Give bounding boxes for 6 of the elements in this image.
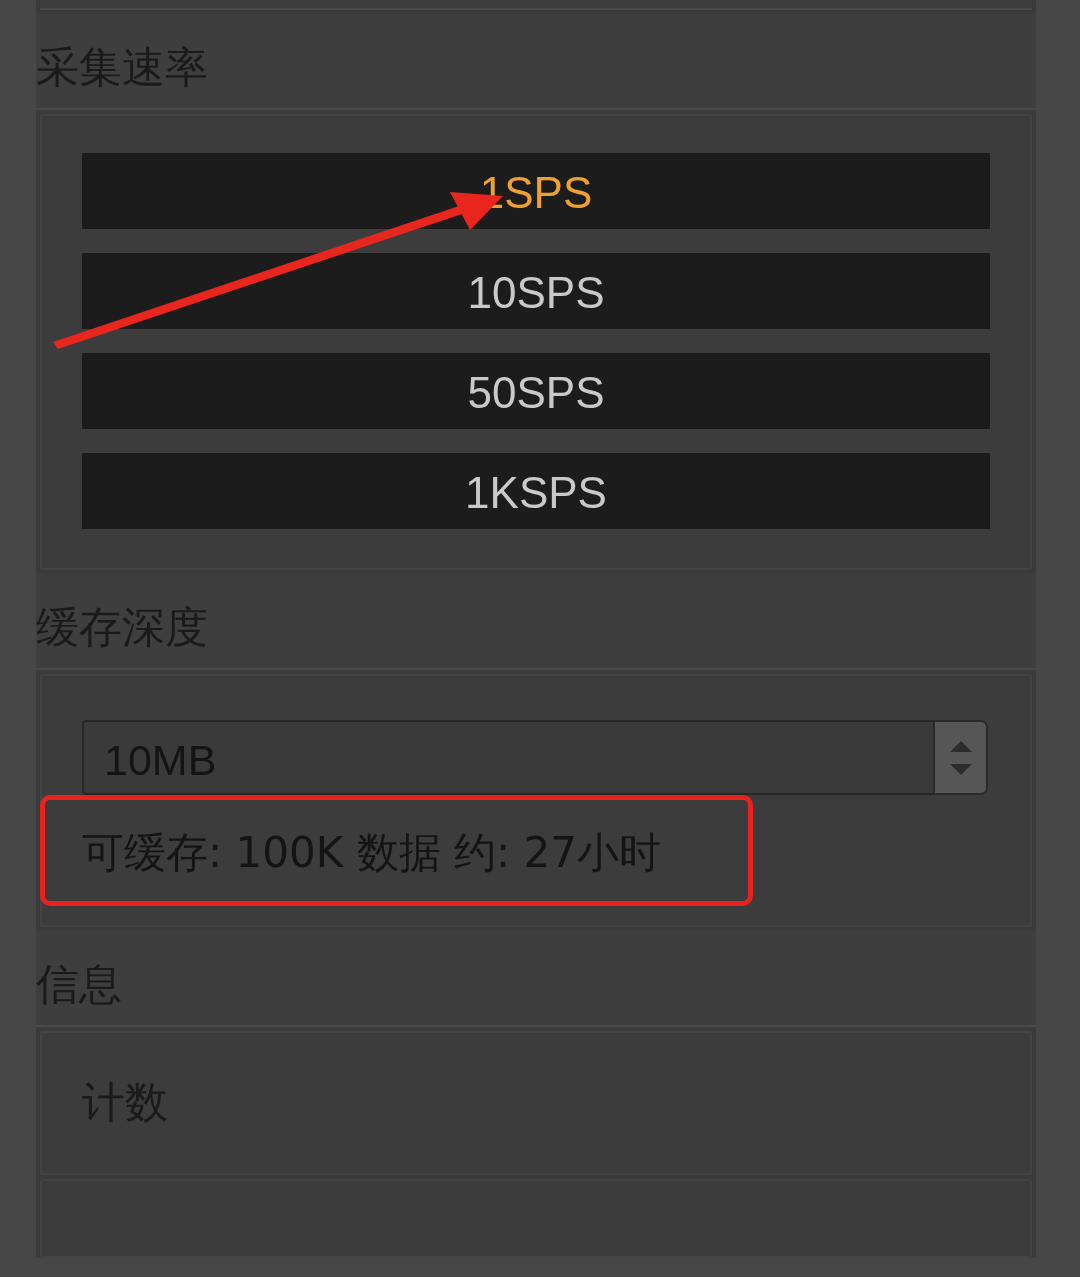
rate-option[interactable]: 10SPS (82, 253, 990, 329)
rate-option[interactable]: 1KSPS (82, 453, 990, 529)
up-triangle-icon (949, 740, 972, 752)
down-triangle-icon (949, 763, 972, 775)
spinner-buttons[interactable] (933, 720, 988, 795)
rate-option[interactable]: 50SPS (82, 353, 990, 429)
